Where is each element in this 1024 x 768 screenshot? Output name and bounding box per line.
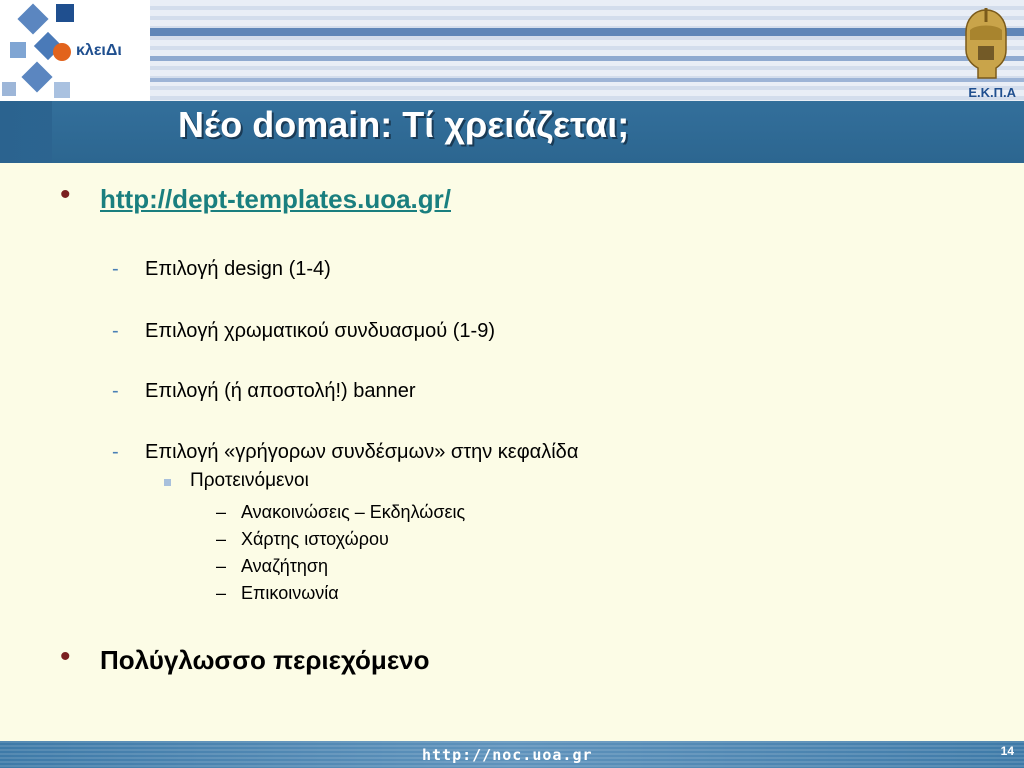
dash-marker: - (112, 320, 119, 342)
slide: κλειΔι Ε.Κ.Π.Α Νέο domain: Τί χρειάζεται… (0, 0, 1024, 768)
list-item: Πολύγλωσσο περιεχόμενο (100, 645, 430, 675)
header-band (140, 56, 1024, 61)
list-item: Προτεινόμενοι (190, 470, 309, 491)
bullet-marker: • (60, 640, 71, 673)
dash-marker: - (112, 441, 119, 463)
dash-marker: – (216, 502, 227, 522)
slide-title: Νέο domain: Τί χρειάζεται; (178, 104, 630, 145)
crest-label: Ε.Κ.Π.Α (968, 85, 1016, 100)
list-item: Επιλογή (ή αποστολή!) banner (145, 380, 416, 402)
dash-marker: - (112, 380, 119, 402)
dash-marker: - (112, 258, 119, 280)
helmet-crest-icon (965, 8, 1007, 79)
list-item: Επιλογή «γρήγορων συνδέσμων» στην κεφαλί… (145, 441, 579, 463)
list-item: Επικοινωνία (241, 583, 339, 603)
list-item: Αναζήτηση (241, 556, 328, 576)
dash-marker: – (216, 529, 227, 549)
list-item: Ανακοινώσεις – Εκδηλώσεις (241, 502, 466, 522)
logo-text: κλειΔι (76, 42, 122, 59)
list-item: Χάρτης ιστοχώρου (241, 529, 389, 549)
header-band (140, 78, 1024, 82)
list-item: Επιλογή χρωματικού συνδυασμού (1-9) (145, 320, 495, 342)
kleidi-logo-icon (2, 3, 74, 98)
header-stripes (0, 0, 1024, 101)
dash-marker: – (216, 556, 227, 576)
bullet-marker: • (60, 178, 71, 211)
kleidi-logo: κλειΔι (0, 0, 150, 101)
header-band (140, 28, 1024, 36)
page-number: 14 (1000, 744, 1014, 758)
dept-templates-link[interactable]: http://dept-templates.uoa.gr/ (100, 184, 451, 215)
footer-url: http://noc.uoa.gr (422, 746, 593, 764)
list-item: Επιλογή design (1-4) (145, 258, 331, 280)
dash-marker: – (216, 583, 227, 603)
square-bullet-marker (164, 479, 171, 486)
